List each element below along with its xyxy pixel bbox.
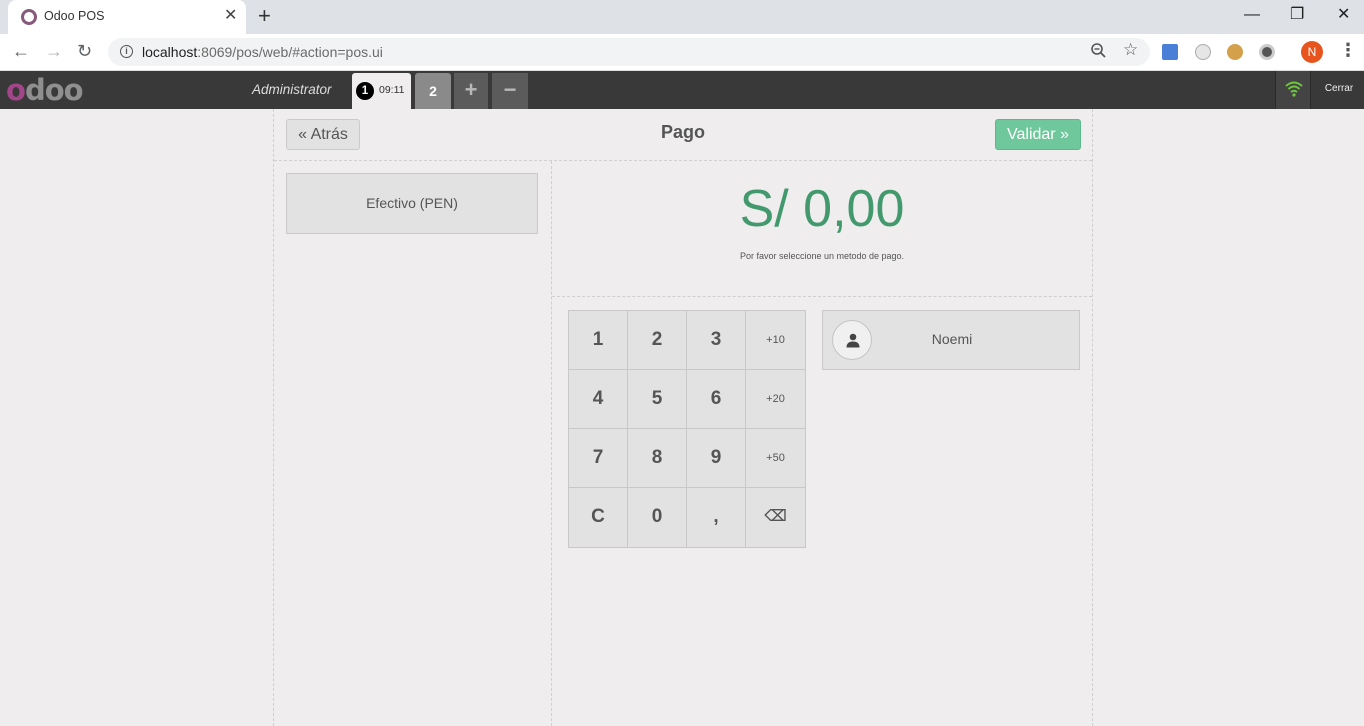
- order-tab-2[interactable]: 2: [415, 73, 451, 109]
- browser-tab-bar: Odoo POS ✕ + — ❐ ✕: [0, 0, 1364, 34]
- numpad-key-9[interactable]: 9: [687, 429, 746, 488]
- numpad-key-0[interactable]: 0: [628, 488, 687, 547]
- order-tab-1[interactable]: 1 09:11: [352, 73, 411, 109]
- numpad-key-7[interactable]: 7: [569, 429, 628, 488]
- extension-icon[interactable]: [1259, 44, 1275, 60]
- payment-method-cash[interactable]: Efectivo (PEN): [286, 173, 538, 234]
- user-icon: [832, 320, 872, 360]
- timer-extension-icon[interactable]: [1195, 44, 1211, 60]
- forward-arrow-icon[interactable]: →: [45, 40, 63, 62]
- cookie-extension-icon[interactable]: [1227, 44, 1243, 60]
- payment-top-bar: « Atrás Pago Validar »: [274, 109, 1092, 161]
- numpad-key-3[interactable]: 3: [687, 311, 746, 370]
- browser-address-bar: ← → ↻ i localhost:8069/pos/web/#action=p…: [0, 34, 1364, 71]
- payment-methods-pane: Efectivo (PEN): [274, 161, 552, 726]
- delete-order-button[interactable]: −: [492, 73, 528, 109]
- browser-tab-title: Odoo POS: [44, 9, 105, 23]
- back-arrow-icon[interactable]: ←: [12, 40, 30, 62]
- numpad-key-5[interactable]: 5: [628, 370, 687, 429]
- bookmark-star-icon[interactable]: ☆: [1123, 40, 1138, 60]
- translate-extension-icon[interactable]: [1162, 44, 1178, 60]
- close-pos-button[interactable]: Cerrar: [1314, 83, 1364, 94]
- close-window-icon[interactable]: ✕: [1337, 5, 1350, 25]
- cashier-name[interactable]: Administrator: [252, 82, 332, 97]
- odoo-logo: odoo: [6, 73, 84, 107]
- numpad: 1 2 3 +10 4 5 6 +20 7 8 9 +50 C 0 , ⌫: [568, 310, 806, 548]
- numpad-key-comma[interactable]: ,: [687, 488, 746, 547]
- close-tab-icon[interactable]: ✕: [224, 7, 237, 25]
- browser-menu-icon[interactable]: ⋮: [1339, 40, 1357, 61]
- new-tab-icon[interactable]: +: [258, 4, 271, 28]
- url-text: localhost:8069/pos/web/#action=pos.ui: [142, 44, 383, 60]
- wifi-status-icon[interactable]: [1275, 71, 1311, 109]
- numpad-key-clear[interactable]: C: [569, 488, 628, 547]
- minimize-icon[interactable]: —: [1244, 5, 1260, 25]
- payment-right-pane: S/ 0,00 Por favor seleccione un metodo d…: [552, 161, 1092, 726]
- numpad-key-8[interactable]: 8: [628, 429, 687, 488]
- profile-avatar[interactable]: N: [1301, 41, 1323, 63]
- numpad-key-plus50[interactable]: +50: [746, 429, 805, 488]
- order-time: 09:11: [379, 84, 405, 96]
- numpad-key-1[interactable]: 1: [569, 311, 628, 370]
- numpad-key-plus20[interactable]: +20: [746, 370, 805, 429]
- numpad-key-4[interactable]: 4: [569, 370, 628, 429]
- numpad-key-6[interactable]: 6: [687, 370, 746, 429]
- customer-button[interactable]: Noemi: [822, 310, 1080, 370]
- restore-icon[interactable]: ❐: [1290, 5, 1304, 25]
- numpad-key-2[interactable]: 2: [628, 311, 687, 370]
- browser-tab[interactable]: Odoo POS ✕: [8, 0, 246, 34]
- payment-screen: « Atrás Pago Validar » Efectivo (PEN) S/…: [273, 109, 1093, 726]
- validate-button[interactable]: Validar »: [995, 119, 1081, 150]
- site-info-icon[interactable]: i: [120, 45, 133, 58]
- reload-icon[interactable]: ↻: [77, 40, 92, 62]
- payment-total: S/ 0,00: [739, 180, 905, 238]
- customer-name: Noemi: [931, 331, 973, 347]
- add-order-button[interactable]: +: [454, 73, 488, 109]
- backspace-icon[interactable]: ⌫: [746, 488, 805, 547]
- payment-summary: S/ 0,00 Por favor seleccione un metodo d…: [552, 161, 1092, 297]
- url-input[interactable]: i localhost:8069/pos/web/#action=pos.ui …: [108, 38, 1150, 66]
- payment-help-text: Por favor seleccione un metodo de pago.: [739, 251, 905, 261]
- order-number-badge: 1: [356, 82, 374, 100]
- numpad-key-plus10[interactable]: +10: [746, 311, 805, 370]
- page-title: Pago: [660, 122, 705, 142]
- odoo-favicon-icon: [21, 9, 37, 25]
- zoom-icon[interactable]: [1090, 42, 1108, 65]
- pos-header: odoo Administrator 1 09:11 2 + − Cerrar: [0, 71, 1364, 109]
